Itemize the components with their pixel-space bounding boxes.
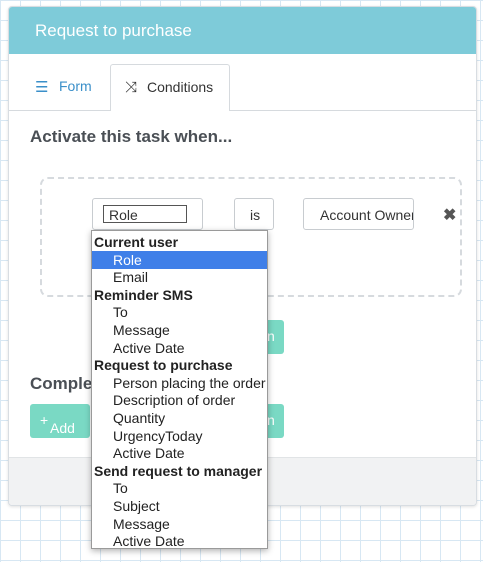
dropdown-group-label: Reminder SMS bbox=[94, 286, 193, 303]
dropdown-option[interactable]: Person placing the order bbox=[92, 374, 267, 392]
tab-form-label: Form bbox=[59, 78, 92, 94]
complete-title: Comple bbox=[30, 374, 93, 393]
tab-conditions[interactable]: ⤨ Conditions bbox=[110, 64, 230, 111]
add-button-label: Add bbox=[50, 420, 75, 436]
tab-form[interactable]: ☰ Form bbox=[21, 64, 111, 110]
section-title: Activate this task when... bbox=[30, 127, 233, 146]
panel-title: Request to purchase bbox=[35, 21, 192, 40]
condition-field-dropdown: Current user Role Email Reminder SMS To Messa… bbox=[91, 230, 268, 549]
dropdown-option[interactable]: Message bbox=[92, 321, 267, 339]
dropdown-option[interactable]: To bbox=[92, 303, 267, 321]
condition-value-input[interactable]: Account Owner bbox=[303, 198, 414, 230]
shuffle-icon: ⤨ bbox=[125, 79, 138, 96]
dropdown-option[interactable]: Quantity bbox=[92, 409, 267, 427]
tab-bar: ☰ Form ⤨ Conditions bbox=[9, 64, 476, 111]
dropdown-option[interactable]: Description of order bbox=[92, 391, 267, 409]
remove-condition-icon[interactable]: ✖ bbox=[443, 205, 456, 225]
form-icon: ☰ bbox=[35, 79, 49, 96]
partial-label: n bbox=[267, 412, 275, 428]
dropdown-group-label: Request to purchase bbox=[94, 357, 233, 374]
add-button[interactable]: + Add bbox=[30, 404, 90, 438]
tab-conditions-label: Conditions bbox=[147, 79, 214, 95]
dropdown-option[interactable]: Role bbox=[92, 250, 267, 269]
dropdown-option[interactable]: Active Date bbox=[92, 532, 267, 548]
dropdown-option[interactable]: Active Date bbox=[92, 444, 267, 462]
dropdown-option[interactable]: Email bbox=[92, 268, 267, 286]
partial-label: n bbox=[267, 328, 275, 344]
dropdown-option[interactable]: Active Date bbox=[92, 339, 267, 357]
condition-operator-value: is bbox=[250, 207, 261, 223]
condition-operator-select[interactable]: is bbox=[234, 198, 274, 230]
dropdown-option[interactable]: To bbox=[92, 479, 267, 497]
dropdown-group-label: Send request to manager bbox=[94, 462, 263, 479]
panel-header: Request to purchase bbox=[9, 7, 476, 54]
dropdown-option[interactable]: Message bbox=[92, 515, 267, 533]
condition-field-select[interactable]: Role bbox=[92, 198, 203, 230]
condition-field-value: Role bbox=[109, 207, 138, 223]
dropdown-group-label: Current user bbox=[94, 234, 179, 250]
dropdown-option[interactable]: Subject bbox=[92, 497, 267, 515]
dropdown-option[interactable]: UrgencyToday bbox=[92, 427, 267, 445]
add-button-content: + Add bbox=[40, 412, 75, 436]
condition-value-text: Account Owner bbox=[320, 207, 414, 223]
